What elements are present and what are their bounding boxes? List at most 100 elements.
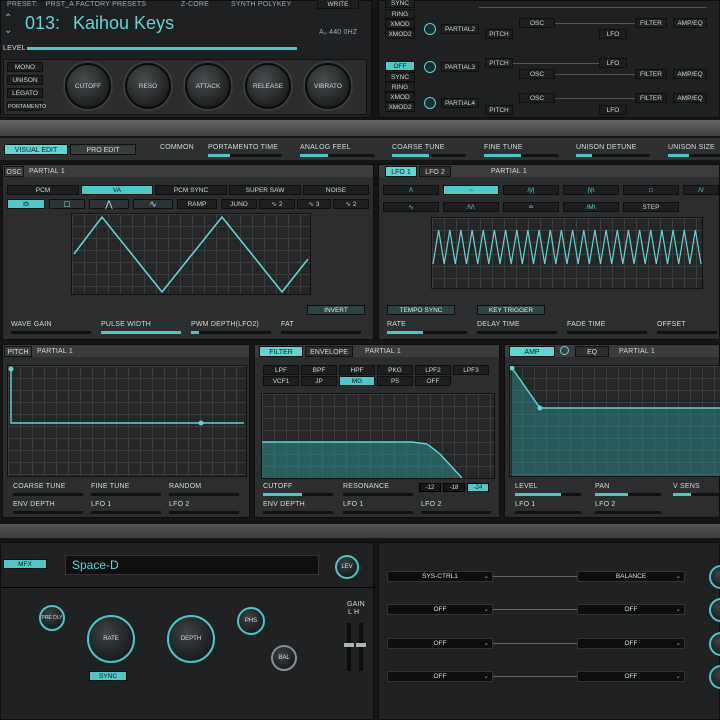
ctrl3-source-select[interactable]: OFF ⌄ bbox=[387, 638, 493, 649]
analog-feel-slider[interactable] bbox=[300, 154, 374, 157]
partial4-lfo[interactable]: LFO bbox=[599, 105, 627, 115]
coarse-tune-slider[interactable] bbox=[392, 154, 466, 157]
partial4-pitch[interactable]: PITCH bbox=[485, 105, 513, 115]
partial3-sync[interactable]: SYNC bbox=[385, 72, 415, 82]
ctrl1-dest-select[interactable]: BALANCE ⌄ bbox=[577, 571, 685, 582]
triangle-wave-icon[interactable]: ⋀ bbox=[89, 199, 129, 209]
amp-tab[interactable]: AMP bbox=[509, 346, 555, 357]
partial3-lfo[interactable]: LFO bbox=[599, 58, 627, 68]
mono-button[interactable]: MONO bbox=[7, 62, 43, 72]
wave-option-3[interactable]: ∿ 3 bbox=[297, 199, 331, 209]
preset-name[interactable]: Kaihou Keys bbox=[73, 13, 174, 34]
lfo-square-icon[interactable]: □ bbox=[623, 185, 679, 195]
gain-h-handle[interactable] bbox=[356, 643, 366, 647]
pwm-depth-slider[interactable] bbox=[191, 331, 271, 334]
reso-knob[interactable]: RESO bbox=[125, 63, 171, 109]
preset-bank[interactable]: PRST_A Factory Presets bbox=[46, 1, 147, 8]
lfo1-tab[interactable]: LFO 1 bbox=[385, 166, 417, 177]
partial3-ring[interactable]: RING bbox=[385, 82, 415, 92]
filter-bpf[interactable]: BPF bbox=[301, 365, 337, 375]
ctrl4-depth-knob[interactable] bbox=[709, 665, 720, 689]
osc-type-noise[interactable]: NOISE bbox=[303, 185, 369, 195]
ctrl4-source-select[interactable]: OFF ⌄ bbox=[387, 671, 493, 682]
attack-knob[interactable]: ATTACK bbox=[185, 63, 231, 109]
juno-wave-button[interactable]: JUNO bbox=[221, 199, 257, 209]
partial4-label[interactable]: PARTIAL4 bbox=[441, 98, 479, 108]
filter-lpf3[interactable]: LPF3 bbox=[453, 365, 489, 375]
unison-detune-slider[interactable] bbox=[576, 154, 650, 157]
visual-edit-tab[interactable]: VISUAL EDIT bbox=[4, 144, 68, 155]
pitch-env-depth-slider[interactable] bbox=[13, 511, 83, 514]
ctrl2-dest-select[interactable]: OFF ⌄ bbox=[577, 604, 685, 615]
ctrl1-source-select[interactable]: SYS-CTRL1 ⌄ bbox=[387, 571, 493, 582]
pitch-coarse-tune-slider[interactable] bbox=[13, 493, 83, 496]
ctrl3-depth-knob[interactable] bbox=[709, 632, 720, 656]
lfo-wave9-icon[interactable]: ≏ bbox=[503, 202, 559, 212]
filter-pkg[interactable]: PKG bbox=[377, 365, 413, 375]
level-slider[interactable] bbox=[27, 47, 297, 50]
unison-size-slider[interactable] bbox=[668, 154, 720, 157]
partial3-xmod[interactable]: XMOD bbox=[385, 92, 415, 102]
filter-env-depth-slider[interactable] bbox=[263, 511, 333, 514]
partial3-off[interactable]: OFF bbox=[385, 61, 415, 71]
filter-lfo2-slider[interactable] bbox=[421, 511, 491, 514]
slope-minus24[interactable]: -24 bbox=[467, 483, 489, 492]
pitch-fine-tune-slider[interactable] bbox=[91, 493, 161, 496]
filter-resonance-slider[interactable] bbox=[343, 493, 413, 496]
release-knob[interactable]: RELEASE bbox=[245, 63, 291, 109]
pitch-lfo2-slider[interactable] bbox=[169, 511, 239, 514]
wave-gain-slider[interactable] bbox=[11, 331, 91, 334]
partial4-ampeq[interactable]: AMP/EQ bbox=[673, 93, 707, 103]
gain-l-handle[interactable] bbox=[344, 643, 354, 647]
osc-type-pcm[interactable]: PCM bbox=[7, 185, 79, 195]
lfo-rate-slider[interactable] bbox=[387, 331, 467, 334]
filter-vcf1[interactable]: VCF1 bbox=[263, 376, 299, 386]
filter-lpf[interactable]: LPF bbox=[263, 365, 299, 375]
osc-tab[interactable]: OSC bbox=[4, 166, 24, 177]
pulse-width-slider[interactable] bbox=[101, 331, 181, 334]
filter-hpf[interactable]: HPF bbox=[339, 365, 375, 375]
ctrl1-depth-knob[interactable] bbox=[709, 565, 720, 589]
lfo-saw-up-icon[interactable]: /|/| bbox=[503, 185, 559, 195]
ctrl3-dest-select[interactable]: OFF ⌄ bbox=[577, 638, 685, 649]
partial2-osc[interactable]: OSC bbox=[519, 18, 555, 28]
vibrato-knob[interactable]: VIBRATO bbox=[305, 63, 351, 109]
partial3-pitch[interactable]: PITCH bbox=[485, 58, 513, 68]
partial3-power-icon[interactable] bbox=[424, 61, 436, 73]
fine-tune-slider[interactable] bbox=[484, 154, 558, 157]
fat-slider[interactable] bbox=[281, 331, 361, 334]
portamento-time-slider[interactable] bbox=[208, 154, 282, 157]
mfx-depth-knob[interactable]: DEPTH bbox=[167, 615, 215, 663]
mfx-type-select[interactable]: Space-D bbox=[65, 555, 319, 575]
lfo-offset-slider[interactable] bbox=[657, 331, 717, 334]
osc-type-va[interactable]: VA bbox=[81, 185, 153, 195]
portamento-button[interactable]: PORTAMENTO bbox=[7, 101, 46, 111]
lfo-fade-time-slider[interactable] bbox=[567, 331, 647, 334]
lfo-wave-more-icon[interactable]: /\/ bbox=[683, 185, 719, 195]
mfx-sync-button[interactable]: SYNC bbox=[89, 671, 127, 681]
filter-mg[interactable]: MG bbox=[339, 376, 375, 386]
partial3-filter[interactable]: FILTER bbox=[635, 69, 667, 79]
mfx-phs-knob[interactable]: PHS bbox=[237, 607, 265, 635]
lfo-delay-time-slider[interactable] bbox=[477, 331, 557, 334]
partial3-label[interactable]: PARTIAL3 bbox=[441, 62, 479, 72]
amp-lfo1-slider[interactable] bbox=[515, 511, 581, 514]
chevron-down-icon[interactable]: ⌄ bbox=[4, 25, 12, 36]
amp-power-icon[interactable] bbox=[560, 346, 569, 355]
slope-minus12[interactable]: -12 bbox=[419, 483, 441, 492]
pro-edit-tab[interactable]: PRO EDIT bbox=[70, 144, 136, 155]
ctrl2-depth-knob[interactable] bbox=[709, 598, 720, 622]
gain-l-fader[interactable] bbox=[347, 623, 351, 671]
filter-lpf2[interactable]: LPF2 bbox=[415, 365, 451, 375]
filter-lfo1-slider[interactable] bbox=[343, 511, 413, 514]
lfo2-tab[interactable]: LFO 2 bbox=[419, 166, 451, 177]
osc-type-pcm-sync[interactable]: PCM SYNC bbox=[155, 185, 227, 195]
write-button[interactable]: WRITE bbox=[317, 0, 359, 9]
filter-p5[interactable]: P5 bbox=[377, 376, 413, 386]
partial2-label[interactable]: PARTIAL2 bbox=[441, 24, 479, 34]
amp-lfo2-slider[interactable] bbox=[595, 511, 661, 514]
filter-jp[interactable]: JP bbox=[301, 376, 337, 386]
gain-h-fader[interactable] bbox=[359, 623, 363, 671]
amp-level-slider[interactable] bbox=[515, 493, 581, 496]
partial2-sync[interactable]: SYNC bbox=[385, 0, 415, 8]
